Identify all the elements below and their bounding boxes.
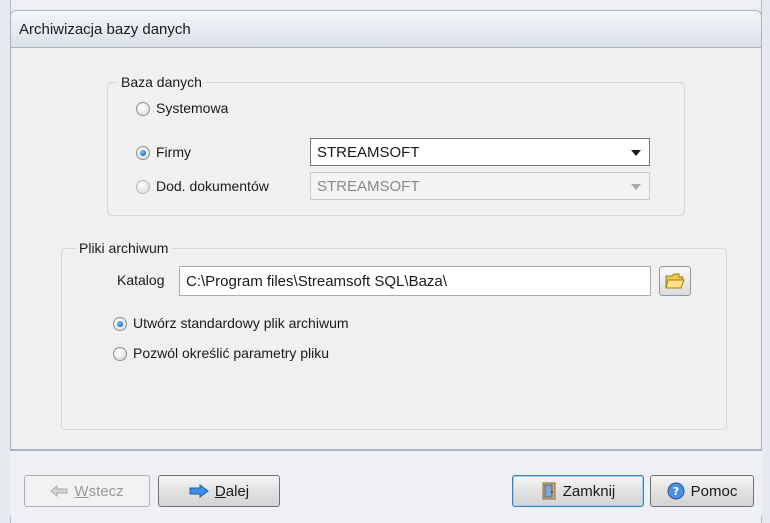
radio-dod-dokumentow[interactable] bbox=[136, 180, 150, 194]
catalog-path-input[interactable]: C:\Program files\Streamsoft SQL\Baza\ bbox=[179, 266, 651, 296]
window-frame-right bbox=[761, 0, 770, 523]
folder-icon bbox=[665, 273, 685, 289]
chevron-down-icon bbox=[631, 184, 641, 190]
radio-standard-archive-label[interactable]: Utwórz standardowy plik archiwum bbox=[133, 315, 349, 331]
back-button[interactable]: Wstecz bbox=[24, 475, 150, 507]
browse-folder-button[interactable] bbox=[659, 266, 691, 296]
catalog-label: Katalog bbox=[117, 272, 165, 288]
archive-files-group-legend: Pliki archiwum bbox=[76, 240, 172, 256]
docs-database-select[interactable]: STREAMSOFT bbox=[310, 172, 650, 200]
docs-database-select-value: STREAMSOFT bbox=[317, 178, 420, 195]
radio-custom-params-label[interactable]: Pozwól określić parametry pliku bbox=[133, 345, 329, 361]
close-button-label: Zamknij bbox=[562, 482, 616, 500]
dialog-title: Archiwizacja bazy danych bbox=[19, 21, 191, 38]
radio-dod-dokumentow-label[interactable]: Dod. dokumentów bbox=[156, 178, 269, 194]
dialog-header: Archiwizacja bazy danych bbox=[10, 10, 762, 48]
svg-text:?: ? bbox=[672, 485, 678, 498]
radio-systemowa-label[interactable]: Systemowa bbox=[156, 100, 228, 116]
next-button[interactable]: Dalej bbox=[158, 475, 280, 507]
radio-standard-archive[interactable] bbox=[113, 317, 127, 331]
dialog-footer: Wstecz Dalej Zamknij ? Pomoc bbox=[10, 450, 762, 516]
radio-custom-params[interactable] bbox=[113, 347, 127, 361]
door-exit-icon bbox=[542, 482, 556, 500]
catalog-path-value: C:\Program files\Streamsoft SQL\Baza\ bbox=[186, 273, 447, 290]
arrow-right-icon bbox=[189, 484, 209, 498]
database-group: Baza danych Systemowa Firmy Dod. dokumen… bbox=[107, 74, 685, 216]
radio-firmy-label[interactable]: Firmy bbox=[156, 144, 191, 160]
firm-database-select[interactable]: STREAMSOFT bbox=[310, 138, 650, 166]
help-icon: ? bbox=[667, 482, 685, 500]
database-group-legend: Baza danych bbox=[118, 74, 205, 90]
next-button-label: Dalej bbox=[214, 482, 250, 500]
dialog-content: Baza danych Systemowa Firmy Dod. dokumen… bbox=[10, 48, 762, 450]
help-button-label: Pomoc bbox=[690, 482, 738, 500]
arrow-left-icon bbox=[50, 485, 68, 497]
radio-firmy[interactable] bbox=[136, 146, 150, 160]
firm-database-select-value: STREAMSOFT bbox=[317, 144, 420, 161]
back-button-label: Wstecz bbox=[74, 482, 124, 500]
chevron-down-icon bbox=[631, 150, 641, 156]
close-button[interactable]: Zamknij bbox=[512, 475, 644, 507]
radio-systemowa[interactable] bbox=[136, 102, 150, 116]
help-button[interactable]: ? Pomoc bbox=[650, 475, 754, 507]
